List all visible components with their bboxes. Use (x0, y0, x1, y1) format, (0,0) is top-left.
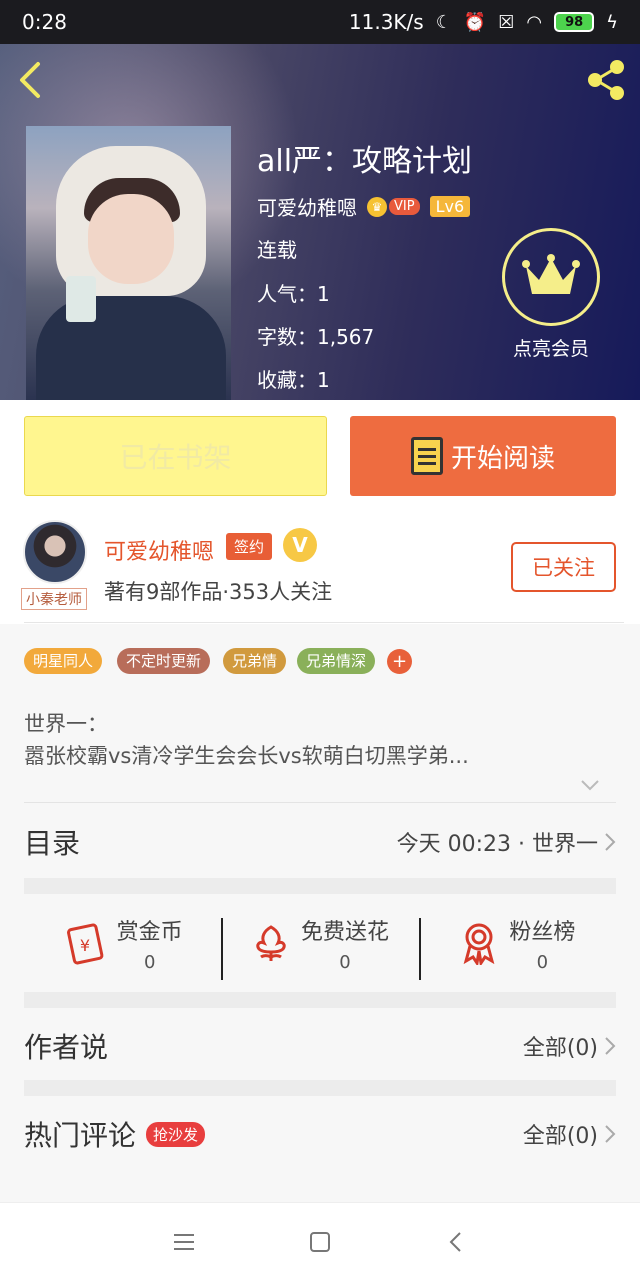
home-icon[interactable] (307, 1229, 333, 1255)
chevron-right-icon (605, 1125, 616, 1143)
tag-item[interactable]: 兄弟情 (223, 648, 287, 674)
status-bar: 0:28 11.3K/s ☾ ⏰ ☒ ◠ 98 ϟ (0, 0, 640, 44)
divider (24, 622, 624, 623)
flower-icon (256, 925, 286, 961)
coin-envelope-icon: ¥ (66, 923, 104, 965)
section-gap (24, 1080, 616, 1096)
catalog-row[interactable]: 目录 今天 00:23 · 世界一 (24, 818, 616, 866)
tag-item[interactable]: 明星同人 (24, 648, 103, 674)
start-reading-label: 开始阅读 (450, 443, 555, 474)
book-title: all严：攻略计划 (257, 144, 473, 179)
add-tag-button[interactable]: + (387, 649, 412, 674)
tag-item[interactable]: 兄弟情深 (297, 648, 376, 674)
book-header: all严：攻略计划 可爱幼稚嗯 ♛ VIP Lv6 连载 人气：1 字数：1,5… (0, 44, 640, 400)
action-bar: 已在书架 开始阅读 (0, 400, 640, 508)
fan-ranking-button[interactable]: 粉丝榜 0 (418, 914, 616, 980)
send-flowers-button[interactable]: 免费送花 0 (221, 914, 418, 980)
gift-bar: ¥ 赏金币 0 免费送花 0 粉丝榜 0 (24, 894, 616, 992)
sofa-badge: 抢沙发 (146, 1121, 206, 1147)
net-speed: 11.3K/s (348, 10, 424, 34)
moon-icon: ☾ (435, 11, 452, 33)
nav-back-icon[interactable] (443, 1229, 469, 1255)
author-says-title: 作者说 (24, 1031, 109, 1064)
section-gap (24, 878, 616, 894)
crown-icon: ♛ (367, 196, 387, 217)
author-says-row[interactable]: 作者说 全部(0) (24, 1020, 616, 1072)
catalog-title: 目录 (24, 827, 81, 860)
tag-item[interactable]: 不定时更新 (117, 648, 211, 674)
hot-comments-title: 热门评论 (24, 1119, 137, 1152)
member-label: 点亮会员 (512, 338, 589, 360)
description-line: 世界一： (24, 712, 108, 736)
author-row: 可爱幼稚嗯 ♛ VIP Lv6 (257, 192, 471, 221)
author-name[interactable]: 可爱幼稚嗯 (257, 192, 357, 221)
start-reading-button[interactable]: 开始阅读 (350, 416, 616, 496)
menu-icon[interactable] (171, 1229, 197, 1255)
popularity: 人气：1 (257, 282, 330, 306)
latest-chapter: 今天 00:23 · 世界一 (396, 832, 598, 857)
level-badge: Lv6 (429, 196, 471, 217)
follow-button[interactable]: 已关注 (511, 542, 616, 592)
book-icon (410, 437, 443, 475)
alarm-icon: ⏰ (463, 11, 487, 33)
reward-coins-button[interactable]: ¥ 赏金币 0 (24, 914, 221, 973)
hot-comments-all: 全部(0) (522, 1124, 598, 1149)
share-icon[interactable] (584, 58, 628, 102)
member-button[interactable]: 点亮会员 (496, 228, 606, 361)
svg-text:¥: ¥ (80, 936, 90, 955)
vip-badge: ♛ VIP (367, 196, 420, 217)
expand-chevron-icon[interactable] (580, 778, 600, 792)
chevron-right-icon (605, 1037, 616, 1055)
word-count: 字数：1,567 (257, 325, 375, 349)
chevron-right-icon (605, 833, 616, 851)
battery-icon: 98 (554, 12, 595, 32)
wifi-icon: ◠ (526, 11, 543, 33)
book-cover[interactable] (26, 126, 231, 400)
verified-badge: V (283, 528, 317, 562)
avatar[interactable] (23, 520, 87, 584)
back-icon[interactable] (12, 58, 52, 102)
crown-icon (502, 228, 600, 326)
author-stats: 著有9部作品·353人关注 (104, 580, 333, 604)
signed-badge: 签约 (226, 533, 273, 560)
medal-icon (463, 923, 495, 965)
in-shelf-button[interactable]: 已在书架 (24, 416, 327, 496)
serial-status: 连载 (257, 238, 297, 262)
status-time: 0:28 (22, 10, 67, 34)
charging-icon: ϟ (606, 11, 618, 33)
author-card-name[interactable]: 可爱幼稚嗯 (104, 534, 214, 566)
description-line: 嚣张校霸vs清冷学生会会长vs软萌白切黑学弟... (24, 744, 469, 768)
hot-comments-row[interactable]: 热门评论 抢沙发 全部(0) (24, 1110, 616, 1158)
avatar-tag: 小秦老师 (21, 588, 87, 610)
divider (24, 802, 616, 803)
author-says-all: 全部(0) (522, 1036, 598, 1061)
book-description[interactable]: 世界一： 嚣张校霸vs清冷学生会会长vs软萌白切黑学弟... (24, 708, 616, 772)
tag-list: 明星同人 不定时更新 兄弟情 兄弟情深 + (0, 624, 640, 702)
section-gap (24, 992, 616, 1008)
favorites-count: 收藏：1 (257, 368, 330, 392)
sim-icon: ☒ (498, 11, 515, 33)
system-nav-bar (0, 1202, 640, 1280)
author-card: 小秦老师 可爱幼稚嗯 签约 V 著有9部作品·353人关注 已关注 (0, 508, 640, 624)
